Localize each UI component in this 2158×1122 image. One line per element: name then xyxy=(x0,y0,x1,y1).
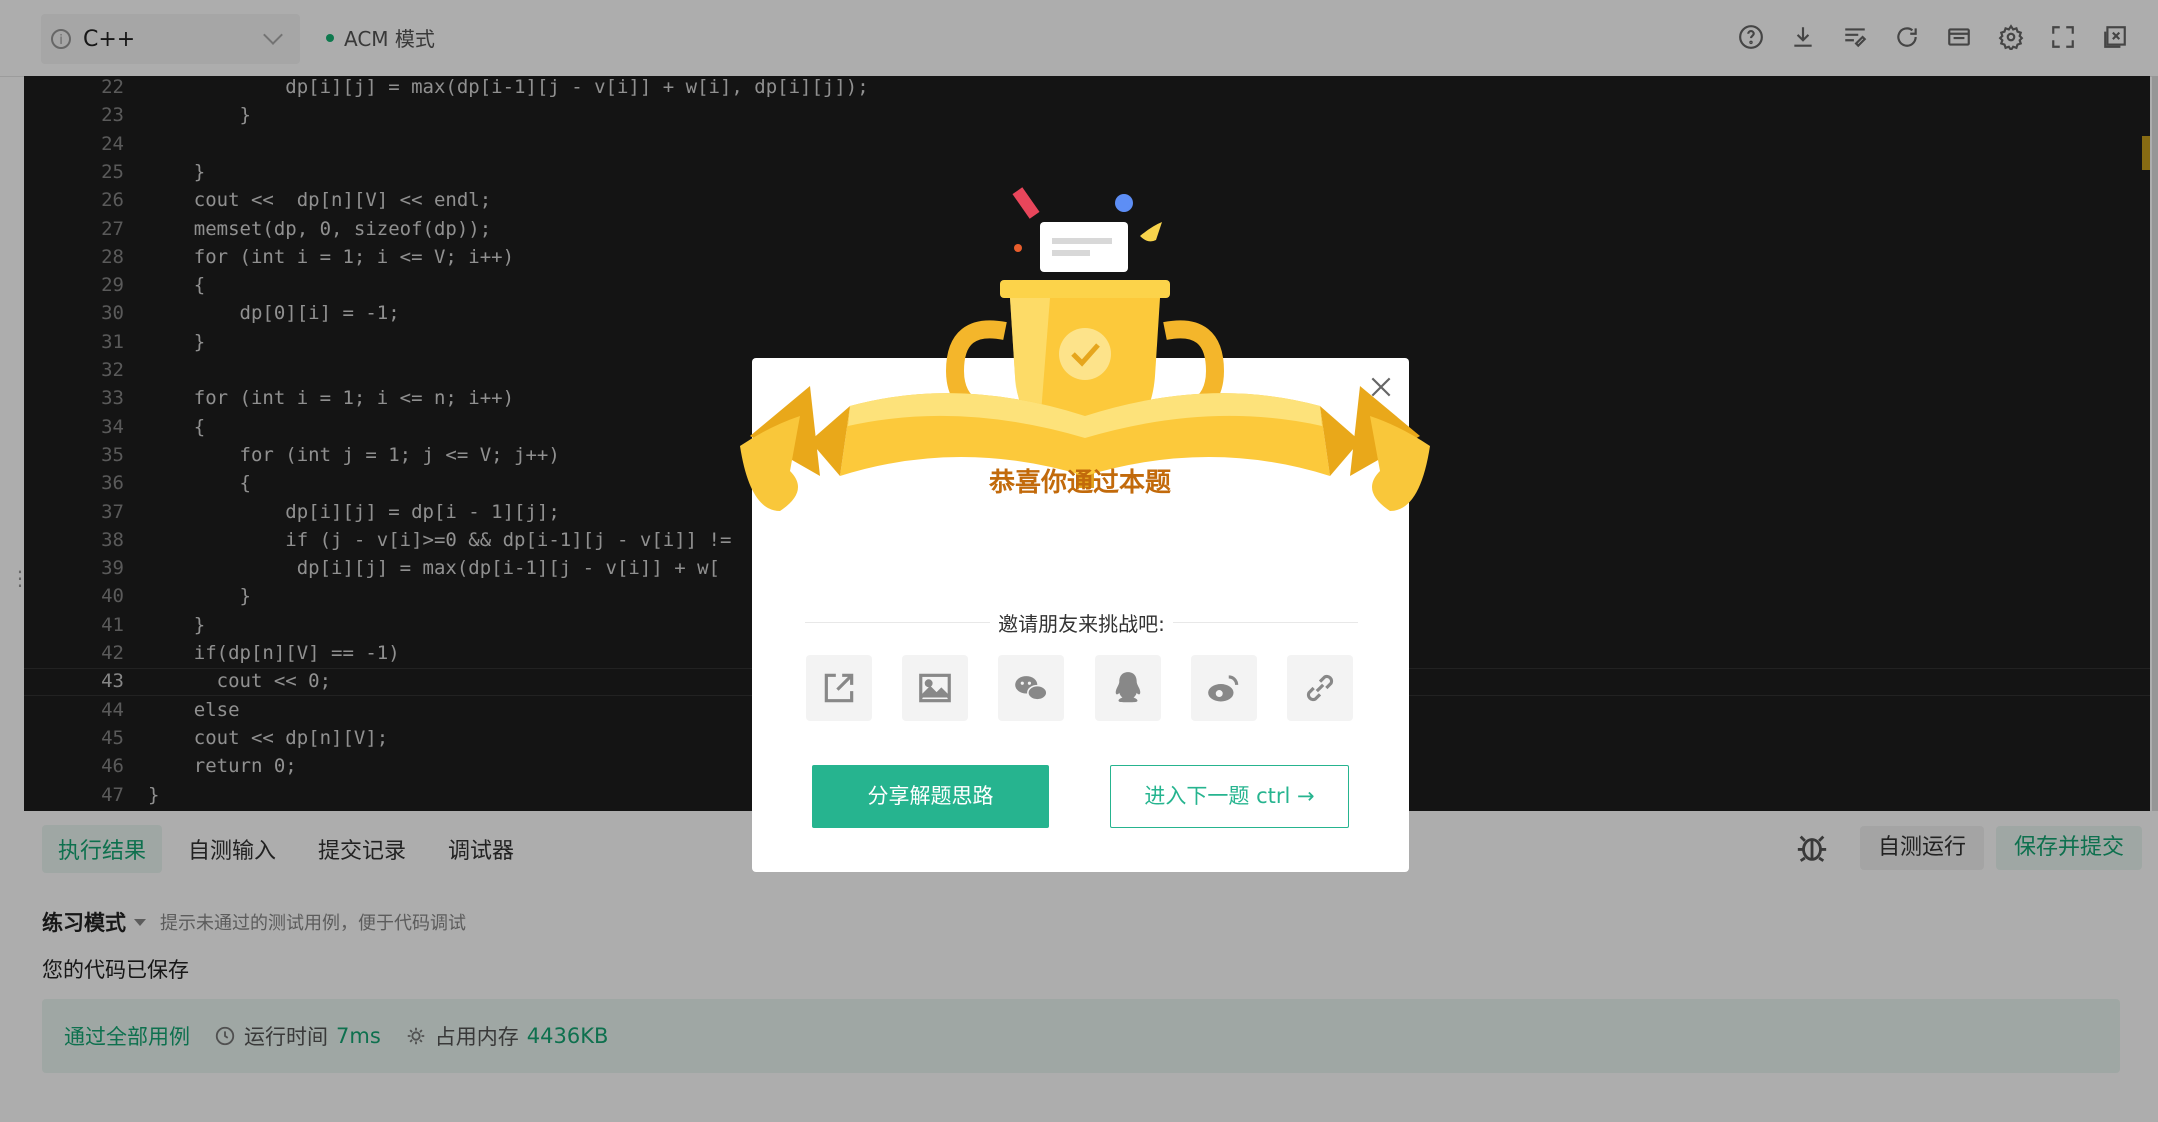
invite-text: 邀请朋友来挑战吧: xyxy=(998,612,1165,636)
share-external-button[interactable] xyxy=(806,655,872,721)
share-solution-button[interactable]: 分享解题思路 xyxy=(812,765,1049,828)
wechat-icon xyxy=(1015,676,1048,701)
share-qq-button[interactable] xyxy=(1094,655,1161,721)
qq-icon xyxy=(1115,672,1140,703)
divider-line xyxy=(1172,622,1358,623)
app-root: i C++ ACM 模式 22 dp[i][j] = max(dp[i-1][j… xyxy=(0,0,2158,1122)
link-icon xyxy=(1306,674,1334,702)
weibo-icon xyxy=(1207,675,1238,702)
divider-line xyxy=(805,622,991,623)
share-options xyxy=(806,655,1353,721)
share-link-button[interactable] xyxy=(1286,655,1353,721)
share-image-button[interactable] xyxy=(902,655,969,721)
share-external-icon xyxy=(824,673,854,703)
share-wechat-button[interactable] xyxy=(998,655,1065,721)
next-problem-button[interactable]: 进入下一题 ctrl → xyxy=(1110,765,1349,828)
share-weibo-button[interactable] xyxy=(1190,655,1257,721)
close-icon[interactable] xyxy=(1368,374,1394,400)
image-icon xyxy=(919,673,952,703)
trophy-banner-illustration xyxy=(740,187,1430,511)
invite-divider: 邀请朋友来挑战吧: xyxy=(805,608,1358,637)
modal-title: 恭喜你通过本题 xyxy=(988,468,1171,498)
